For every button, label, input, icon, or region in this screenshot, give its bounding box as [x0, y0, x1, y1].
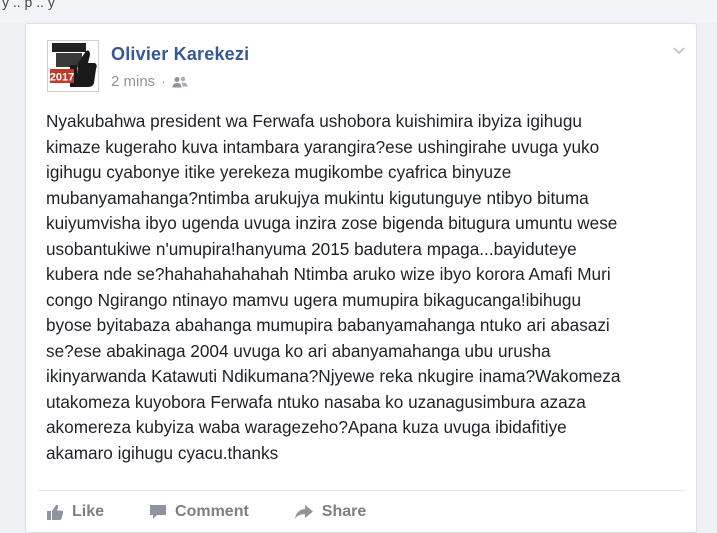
actions-divider — [38, 490, 684, 491]
author-name[interactable]: Olivier Karekezi — [111, 44, 249, 65]
share-button[interactable]: Share — [294, 503, 366, 521]
friends-icon[interactable] — [172, 76, 188, 88]
post-timestamp[interactable]: 2 mins — [111, 73, 155, 90]
chevron-down-icon[interactable] — [672, 44, 686, 58]
top-strip: y .. p .. y — [0, 0, 717, 22]
like-label: Like — [72, 503, 105, 520]
comment-button[interactable]: Comment — [149, 503, 249, 521]
comment-label: Comment — [175, 503, 249, 520]
comment-icon — [150, 505, 167, 519]
post-actions: Like Comment Share — [46, 500, 366, 524]
post-card: 2017 Olivier Karekezi 2 mins · Nyakubahw… — [25, 23, 697, 533]
share-icon — [294, 505, 313, 519]
like-icon — [47, 504, 64, 520]
cropped-text: y .. p .. y — [2, 0, 55, 10]
share-label: Share — [321, 503, 367, 520]
post-meta: 2 mins · — [111, 73, 188, 90]
post-body: Nyakubahwa president wa Ferwafa ushobora… — [46, 111, 621, 463]
avatar[interactable]: 2017 — [47, 40, 99, 92]
meta-separator: · — [161, 74, 166, 89]
thumbs-up-icon: 2017 — [48, 41, 98, 91]
like-button[interactable]: Like — [46, 503, 104, 521]
avatar-year: 2017 — [50, 72, 74, 84]
